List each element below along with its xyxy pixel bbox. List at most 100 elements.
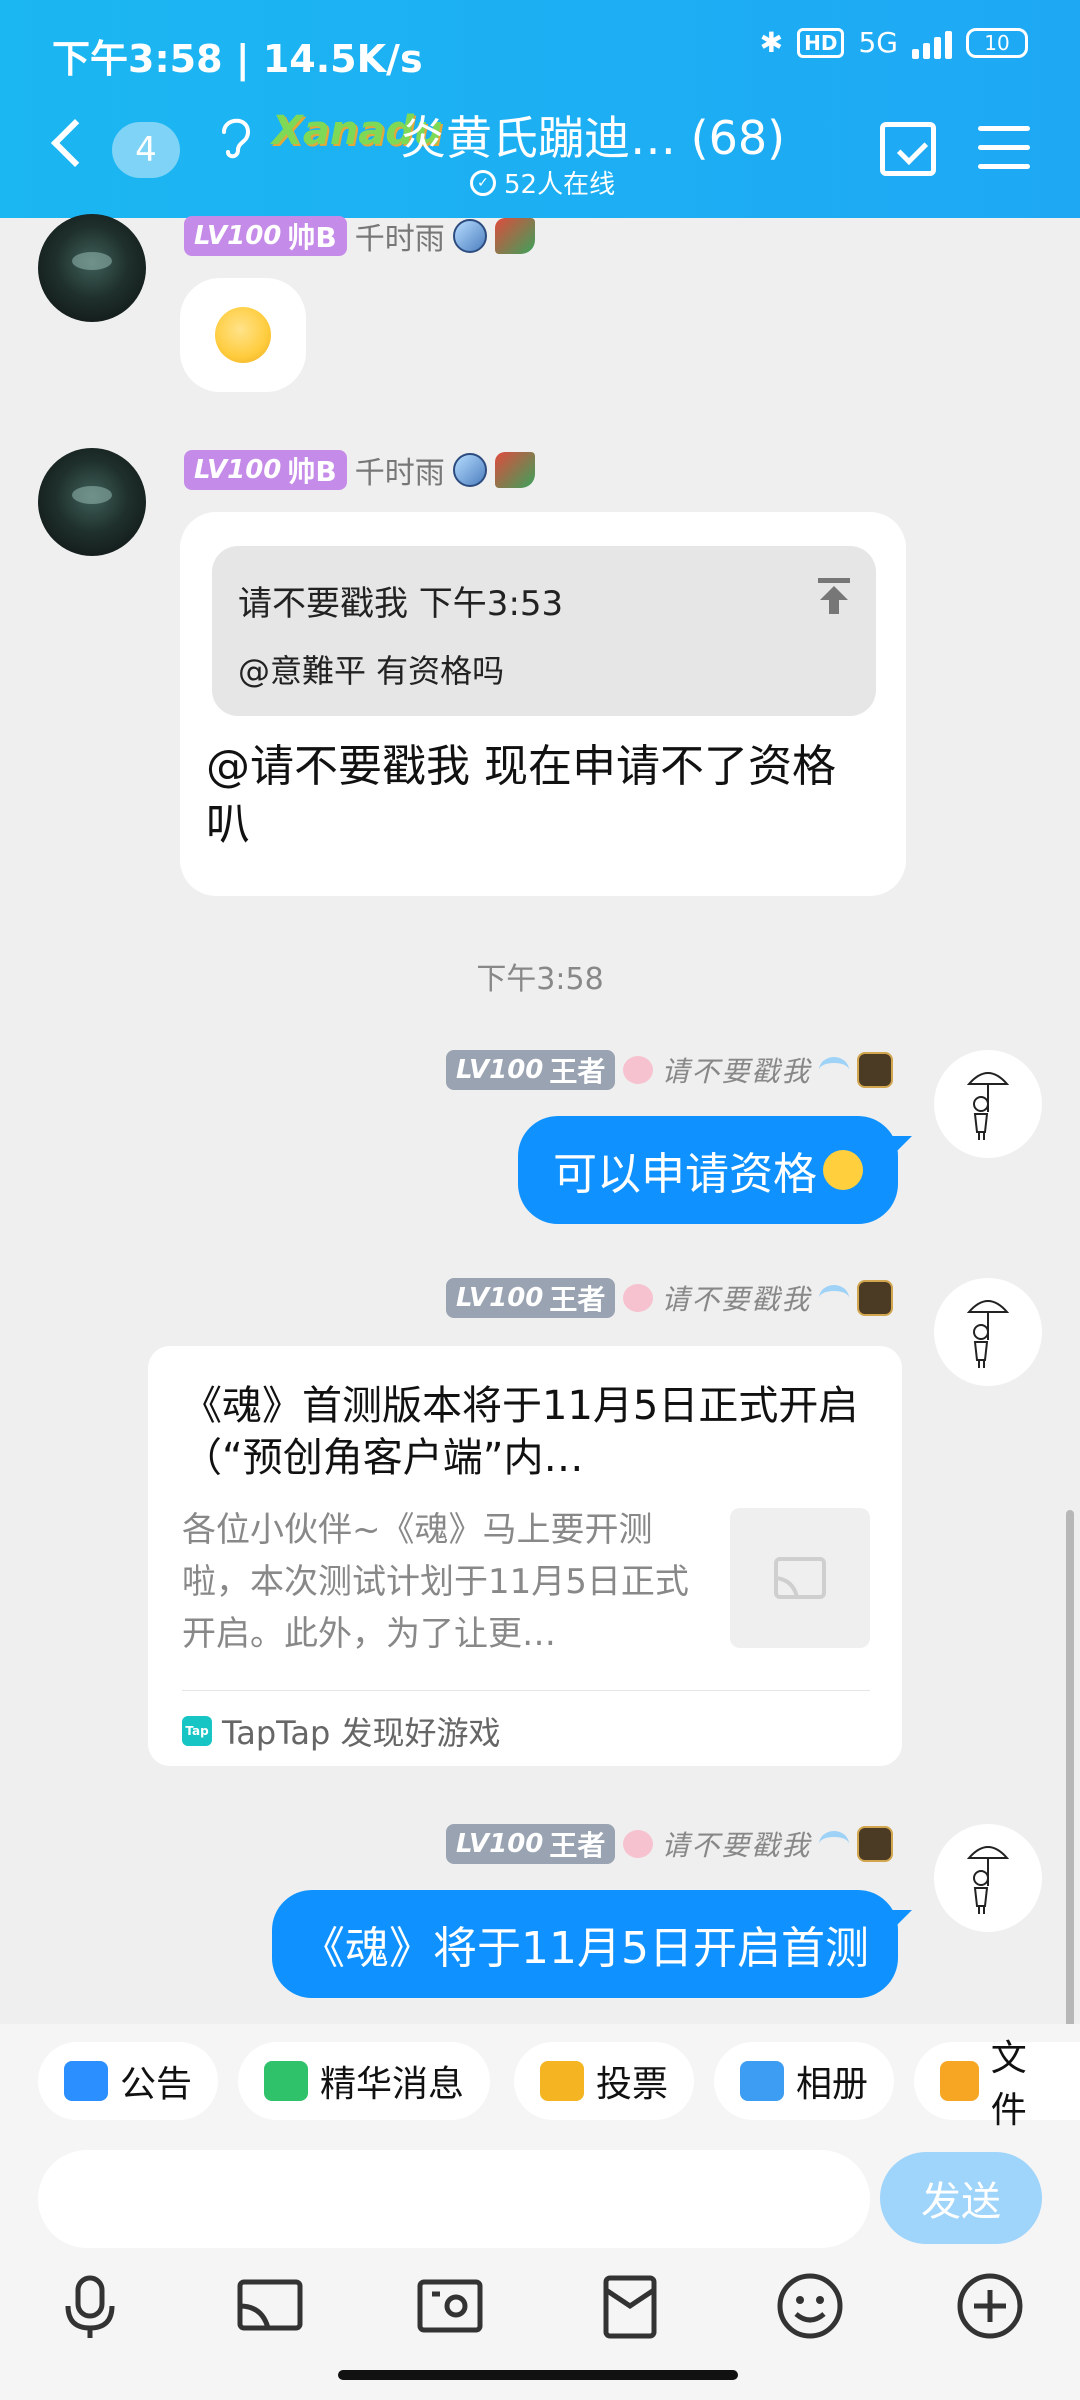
self-avatar[interactable] [934, 1278, 1042, 1386]
self-message[interactable]: 《魂》将于11月5日开启首测 [272, 1890, 898, 1998]
dragon-icon [494, 452, 535, 488]
medal-icon [452, 453, 487, 487]
avatar[interactable] [38, 448, 146, 556]
network-label: 5G [858, 26, 898, 59]
card-source: Tap TapTap 发现好游戏 [182, 1708, 501, 1754]
message-text: @请不要戳我 现在申请不了资格叭 [206, 741, 836, 850]
sticker-message[interactable] [180, 278, 306, 392]
online-label: 52人在线 [504, 170, 616, 200]
sender-name: 千时雨 [354, 456, 445, 491]
self-meta: LV100 王者 请不要戳我 [446, 1050, 894, 1090]
hd-icon: HD [797, 27, 845, 58]
folder-icon [940, 2061, 979, 2101]
pig-icon [623, 1284, 654, 1312]
emoji-icon[interactable] [774, 2270, 846, 2342]
home-indicator[interactable] [338, 2370, 738, 2380]
taptap-icon: Tap [182, 1716, 212, 1746]
microphone-icon[interactable] [54, 2270, 126, 2342]
sender-meta: LV100 帅B 千时雨 [184, 448, 535, 492]
pig-icon [623, 1830, 654, 1858]
card-description: 各位小伙伴~《魂》马上要开测啦，本次测试计划于11月5日正式开启。此外，为了让更… [182, 1510, 689, 1654]
card-title: 《魂》首测版本将于11月5日正式开启（“预创角客户端”内… [182, 1383, 859, 1481]
level-badge: LV100 王者 [446, 1050, 616, 1090]
calendar-check-icon[interactable] [880, 122, 936, 176]
unread-badge[interactable]: 4 [112, 122, 180, 178]
photo-icon[interactable] [414, 2270, 486, 2342]
ear-icon[interactable] [214, 110, 258, 162]
battery-icon: 10 [966, 27, 1028, 58]
essence-icon [264, 2061, 308, 2101]
rank-icon [857, 1280, 894, 1316]
send-button[interactable]: 发送 [880, 2152, 1042, 2244]
quoted-message[interactable]: 请不要戳我 下午3:53 @意難平 有资格吗 [212, 546, 876, 716]
umbrella-girl-icon [966, 1072, 1010, 1140]
avatar[interactable] [38, 214, 146, 322]
rainbow-icon [819, 1831, 850, 1857]
self-name: 请不要戳我 [661, 1283, 812, 1316]
self-avatar[interactable] [934, 1824, 1042, 1932]
chip-label: 投票 [596, 2064, 669, 2105]
vote-icon [540, 2061, 584, 2101]
file-chip[interactable]: 文件 [914, 2038, 1080, 2131]
signal-icon [912, 27, 952, 59]
vote-chip[interactable]: 投票 [514, 2042, 695, 2120]
medal-icon [452, 219, 487, 253]
link-card[interactable]: 《魂》首测版本将于11月5日正式开启（“预创角客户端”内… 各位小伙伴~《魂》马… [148, 1346, 902, 1766]
self-meta: LV100 王者 请不要戳我 [446, 1278, 894, 1318]
group-title[interactable]: 炎黄氏蹦迪… (68) [400, 102, 785, 168]
plus-icon[interactable] [954, 2270, 1026, 2342]
thinking-emoji-icon [215, 307, 271, 363]
status-indicators: ✱ HD 5G 10 [760, 26, 1028, 59]
menu-icon[interactable] [978, 126, 1030, 170]
chip-label: 精华消息 [320, 2064, 465, 2105]
quote-text: @意難平 有资格吗 [238, 652, 505, 690]
sender-meta: LV100 帅B 千时雨 [184, 214, 535, 258]
quote-header: 请不要戳我 下午3:53 [238, 584, 564, 624]
level-badge: LV100 王者 [446, 1824, 616, 1864]
umbrella-girl-icon [966, 1846, 1010, 1914]
message-text: 可以申请资格 [553, 1149, 817, 1200]
timestamp: 下午3:58 [476, 962, 604, 997]
album-chip[interactable]: 相册 [714, 2042, 895, 2120]
self-avatar[interactable] [934, 1050, 1042, 1158]
sender-name: 千时雨 [354, 222, 445, 257]
card-divider [182, 1690, 870, 1691]
message-input[interactable] [38, 2150, 870, 2248]
announcement-icon [64, 2061, 108, 2101]
self-meta: LV100 王者 请不要戳我 [446, 1824, 894, 1864]
back-icon[interactable] [50, 118, 100, 168]
album-icon [740, 2061, 784, 2101]
self-name: 请不要戳我 [661, 1055, 812, 1088]
card-thumbnail [730, 1508, 870, 1648]
card-source-label: TapTap 发现好游戏 [222, 1714, 501, 1752]
cast-icon[interactable] [234, 2270, 306, 2342]
rainbow-icon [819, 1057, 850, 1083]
self-name: 请不要戳我 [661, 1829, 812, 1862]
essence-chip[interactable]: 精华消息 [238, 2042, 491, 2120]
level-badge: LV100 帅B [184, 450, 347, 490]
level-badge: LV100 帅B [184, 216, 347, 256]
chip-label: 公告 [120, 2064, 193, 2105]
rainbow-icon [819, 1285, 850, 1311]
image-placeholder-icon [774, 1557, 826, 1599]
scroll-to-top-icon[interactable] [816, 576, 852, 616]
umbrella-girl-icon [966, 1300, 1010, 1368]
red-packet-icon[interactable] [594, 2270, 666, 2342]
announcement-chip[interactable]: 公告 [38, 2042, 219, 2120]
rank-icon [857, 1826, 894, 1862]
self-message[interactable]: 可以申请资格 [518, 1116, 898, 1224]
chip-label: 文件 [990, 2038, 1027, 2131]
chat-header: 下午3:58 | 14.5K/s ✱ HD 5G 10 4 Xanadu 炎黄氏… [0, 0, 1080, 218]
pig-icon [623, 1056, 654, 1084]
check-circle-icon: ✓ [470, 169, 496, 196]
shortcut-bar: 公告 精华消息 投票 相册 文件 [0, 2024, 1080, 2152]
level-badge: LV100 王者 [446, 1278, 616, 1318]
rank-icon [857, 1052, 894, 1088]
dragon-icon [494, 218, 535, 254]
message-text: 《魂》将于11月5日开启首测 [301, 1923, 869, 1974]
bluetooth-icon: ✱ [759, 26, 784, 59]
online-count: ✓ 52人在线 [470, 164, 615, 201]
status-time: 下午3:58 | 14.5K/s [52, 37, 423, 81]
chip-label: 相册 [796, 2064, 869, 2105]
scrollbar[interactable] [1066, 1510, 1074, 2030]
